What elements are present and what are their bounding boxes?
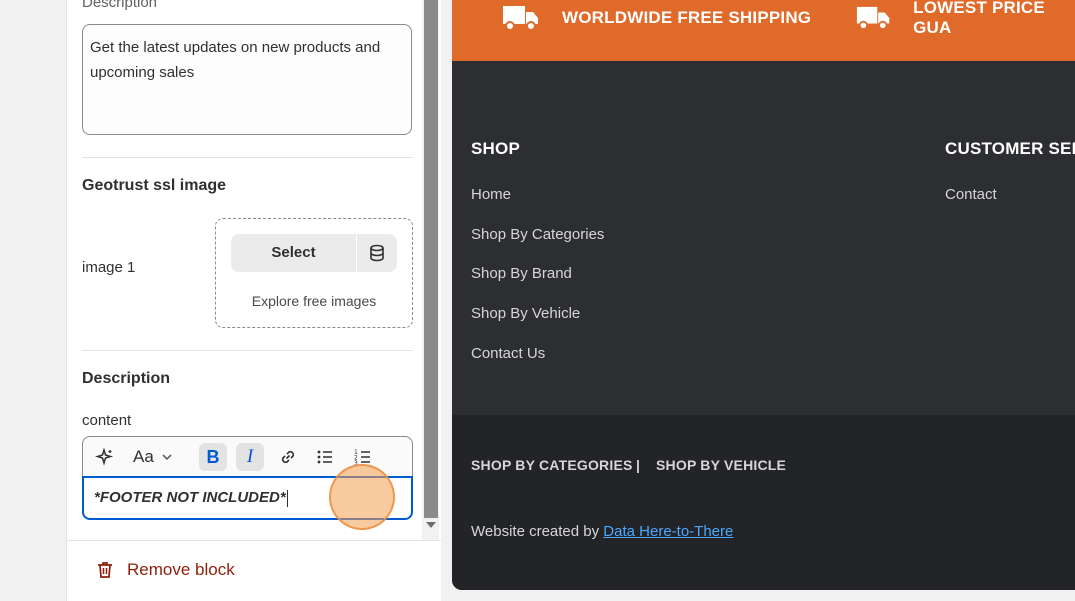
bold-icon: B (206, 446, 220, 467)
bottom-link-shop-by-categories[interactable]: SHOP BY CATEGORIES (471, 457, 633, 473)
banner-text: LOWEST PRICE GUA (913, 0, 1045, 37)
bottom-link-shop-by-vehicle[interactable]: SHOP BY VEHICLE (656, 457, 786, 473)
image-picker: Select Explore free images (215, 218, 413, 328)
shop-column-title: SHOP (471, 139, 520, 158)
footer-link-contact[interactable]: Contact (945, 186, 997, 203)
description-label: Description (82, 0, 158, 11)
description-section-title: Description (82, 370, 171, 387)
ai-magic-button[interactable] (91, 443, 119, 471)
footer-link-home[interactable]: Home (471, 186, 511, 203)
bottom-link-separator: | (636, 457, 641, 473)
remove-block-button[interactable]: Remove block (95, 560, 235, 580)
credit-link[interactable]: Data Here-to-There (603, 523, 733, 540)
scrollbar-thumb[interactable] (424, 0, 438, 518)
banner-text: WORLDWIDE FREE SHIPPING (562, 8, 812, 27)
shipping-banner: WORLDWIDE FREE SHIPPING LOWEST PRICE GUA (452, 0, 1075, 61)
footer-link-shop-by-categories[interactable]: Shop By Categories (471, 226, 604, 243)
credit-prefix: Website created by (471, 523, 600, 540)
website-credit: Website created by Data Here-to-There (471, 523, 733, 540)
truck-icon (856, 6, 890, 31)
scroll-down-arrow-icon[interactable] (426, 522, 436, 528)
italic-button[interactable]: I (236, 443, 264, 471)
store-preview: WORLDWIDE FREE SHIPPING LOWEST PRICE GUA… (452, 0, 1075, 590)
database-button[interactable] (357, 234, 397, 272)
truck-icon (503, 6, 538, 31)
description-textarea[interactable]: Get the latest updates on new products a… (82, 24, 412, 135)
numbered-list-icon: 1 2 3 (354, 449, 370, 467)
remove-block-label: Remove block (127, 560, 235, 579)
link-button[interactable] (274, 443, 302, 471)
image-label: image 1 (82, 259, 136, 276)
footer-link-shop-by-vehicle[interactable]: Shop By Vehicle (471, 305, 580, 322)
footer-link-shop-by-brand[interactable]: Shop By Brand (471, 265, 572, 282)
banner-item: WORLDWIDE FREE SHIPPING (502, 0, 811, 36)
divider (67, 540, 441, 541)
database-icon (370, 244, 384, 262)
font-size-icon: Aa (133, 447, 154, 466)
bullet-list-icon (317, 450, 332, 464)
explore-free-images-link[interactable]: Explore free images (216, 293, 412, 309)
footer-bottom: SHOP BY CATEGORIES | SHOP BY VEHICLE Web… (452, 415, 1075, 590)
banner-item: LOWEST PRICE GUA (856, 0, 1075, 37)
numbered-list-button[interactable]: 1 2 3 (349, 443, 377, 471)
italic-icon: I (246, 446, 254, 467)
settings-panel: Description Get the latest updates on ne… (66, 0, 441, 601)
rich-text-editor[interactable]: *FOOTER NOT INCLUDED* (82, 476, 413, 520)
text-caret (286, 489, 288, 507)
rich-text-toolbar: Aa B I 1 2 3 (82, 436, 413, 476)
footer-link-contact-us[interactable]: Contact Us (471, 345, 545, 362)
text-style-dropdown[interactable]: Aa (129, 443, 181, 471)
geotrust-title: Geotrust ssl image (82, 177, 227, 194)
divider (82, 157, 413, 158)
sparkle-icon (95, 447, 114, 466)
scrollbar[interactable] (422, 0, 439, 540)
select-image-button[interactable]: Select (231, 234, 356, 272)
content-label: content (82, 412, 132, 429)
bullet-list-button[interactable] (311, 443, 339, 471)
chevron-down-icon (162, 454, 172, 461)
customer-service-column-title: CUSTOMER SERV (945, 139, 1075, 158)
trash-icon (98, 562, 112, 578)
svg-text:3: 3 (354, 460, 358, 467)
left-gutter (0, 0, 66, 601)
link-icon (281, 450, 295, 464)
editor-text: *FOOTER NOT INCLUDED* (94, 489, 286, 506)
footer-main: SHOP Home Shop By Categories Shop By Bra… (452, 61, 1075, 415)
divider (82, 350, 413, 351)
bold-button[interactable]: B (199, 443, 227, 471)
